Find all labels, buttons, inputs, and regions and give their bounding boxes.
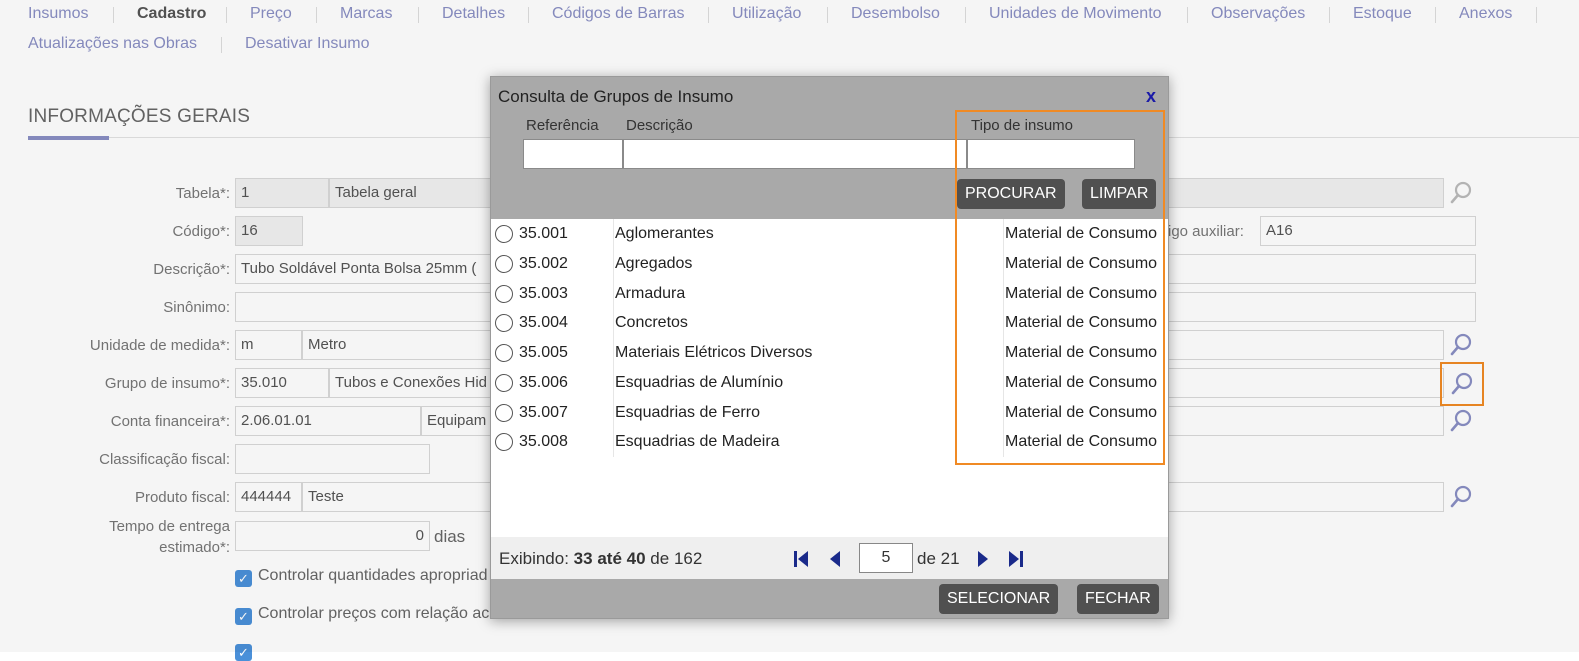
pagination-from: 33 — [573, 549, 593, 568]
item-code: 35.008 — [519, 433, 568, 450]
total-pages: de 21 — [917, 549, 960, 568]
radio-button[interactable] — [495, 433, 513, 451]
pagination-prefix: Exibindo: — [499, 549, 569, 568]
radio-button[interactable] — [495, 374, 513, 392]
item-code: 35.006 — [519, 374, 568, 391]
radio-button[interactable] — [495, 255, 513, 273]
tipo-column-highlight — [955, 110, 1165, 465]
item-description: Agregados — [615, 255, 693, 272]
pagination-until-word: até — [597, 549, 622, 568]
item-code: 35.002 — [519, 255, 568, 272]
next-page-icon[interactable] — [970, 547, 994, 571]
last-page-icon[interactable] — [1004, 547, 1028, 571]
first-page-icon[interactable] — [789, 547, 813, 571]
fechar-button[interactable]: FECHAR — [1077, 584, 1159, 614]
radio-button[interactable] — [495, 314, 513, 332]
filter-referencia-label: Referência — [526, 117, 599, 134]
prev-page-icon[interactable] — [824, 547, 848, 571]
modal-header: Consulta de Grupos de Insumo x — [491, 77, 1168, 113]
pagination-to: 40 — [626, 549, 646, 568]
close-icon[interactable]: x — [1146, 86, 1156, 107]
item-description: Concretos — [615, 314, 688, 331]
item-code: 35.004 — [519, 314, 568, 331]
pagination-bar: Exibindo: 33 até 40 de 162 5 de 21 — [491, 537, 1168, 579]
item-code: 35.005 — [519, 344, 568, 361]
radio-button[interactable] — [495, 344, 513, 362]
item-description: Materiais Elétricos Diversos — [615, 344, 813, 361]
selecionar-button[interactable]: SELECIONAR — [939, 584, 1059, 614]
column-divider — [613, 219, 614, 457]
radio-button[interactable] — [495, 225, 513, 243]
modal-title: Consulta de Grupos de Insumo — [498, 87, 734, 106]
filter-descricao-label: Descrição — [626, 117, 693, 134]
pagination-of-word: de — [650, 549, 670, 568]
item-code: 35.003 — [519, 285, 568, 302]
pagination-total: 162 — [673, 549, 703, 568]
item-description: Armadura — [615, 285, 686, 302]
item-code: 35.001 — [519, 225, 568, 242]
pagination-info: Exibindo: 33 até 40 de 162 — [499, 549, 702, 569]
radio-button[interactable] — [495, 404, 513, 422]
item-description: Esquadrias de Ferro — [615, 404, 760, 421]
item-description: Esquadrias de Alumínio — [615, 374, 784, 391]
filter-referencia-input[interactable] — [523, 139, 623, 169]
radio-button[interactable] — [495, 285, 513, 303]
item-code: 35.007 — [519, 404, 568, 421]
modal-footer: SELECIONAR FECHAR — [491, 579, 1168, 618]
item-description: Esquadrias de Madeira — [615, 433, 780, 450]
filter-descricao-input[interactable] — [623, 139, 967, 169]
page-number-input[interactable]: 5 — [859, 543, 913, 573]
item-description: Aglomerantes — [615, 225, 714, 242]
